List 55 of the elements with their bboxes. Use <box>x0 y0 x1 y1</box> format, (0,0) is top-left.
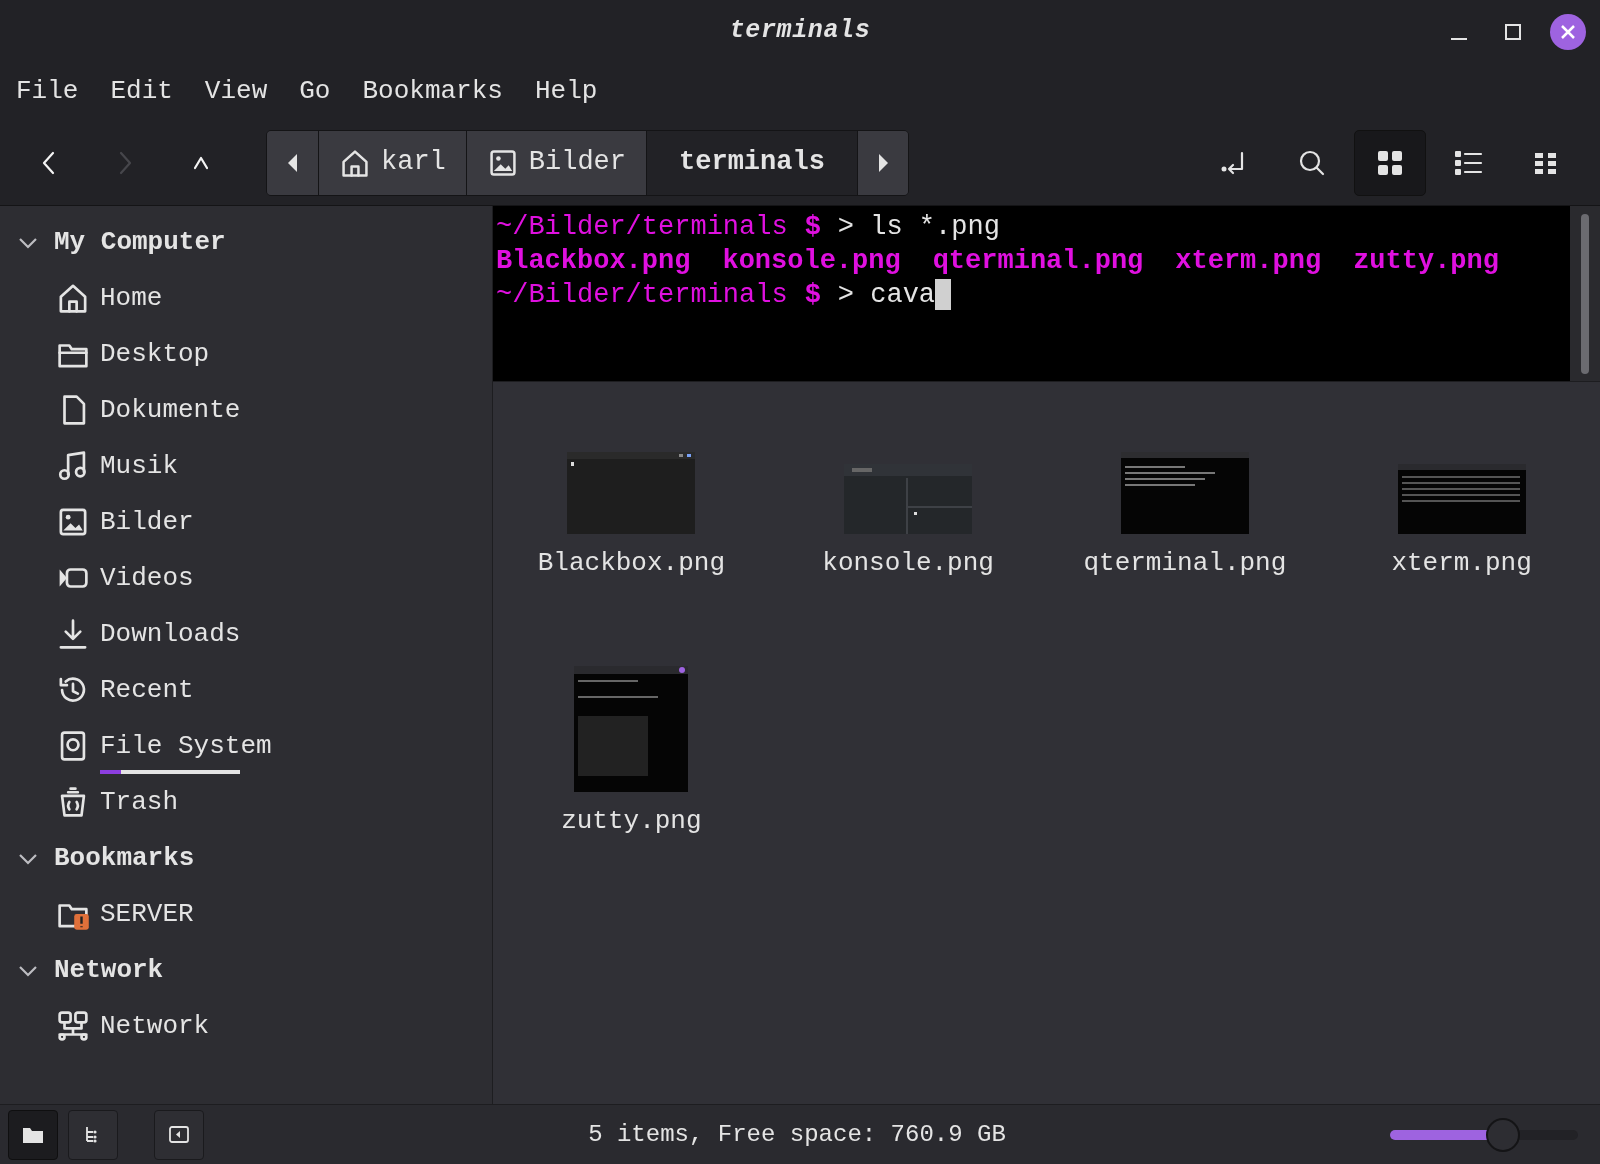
window-title: terminals <box>729 15 871 48</box>
sidebar-item[interactable]: Recent <box>0 662 492 718</box>
sidebar-item[interactable]: Downloads <box>0 606 492 662</box>
breadcrumb-button[interactable]: karl <box>319 130 467 195</box>
maximize-icon <box>1504 23 1522 41</box>
menu-item[interactable]: File <box>6 67 89 115</box>
sidebar-item[interactable]: Dokumente <box>0 382 492 438</box>
scroll-right-button[interactable] <box>857 130 908 195</box>
places-button[interactable] <box>8 1109 58 1160</box>
prompt-path: ~/Bilder/terminals <box>496 211 788 244</box>
prompt-path: ~/Bilder/terminals <box>496 279 788 312</box>
breadcrumb-button[interactable]: Bilder <box>466 130 648 195</box>
tree-button[interactable] <box>68 1109 118 1160</box>
sidebar-item[interactable]: Videos <box>0 550 492 606</box>
file-name[interactable]: konsole.png <box>822 544 994 583</box>
file-name: zutty.png <box>1353 245 1499 278</box>
sidebar-icon <box>168 1123 190 1146</box>
sidebar-item[interactable]: Musik <box>0 438 492 494</box>
file-name: Blackbox.png <box>496 245 691 278</box>
icon-view-button[interactable] <box>1354 129 1426 196</box>
menu-item[interactable]: Edit <box>100 67 183 115</box>
file-name[interactable]: zutty.png <box>561 802 702 841</box>
network-icon <box>56 1009 90 1043</box>
sidebar-item[interactable]: Bilder <box>0 494 492 550</box>
file-name: qterminal.png <box>932 245 1144 278</box>
scroll-left-button[interactable] <box>267 130 319 195</box>
sidebar-item[interactable]: Trash <box>0 774 492 830</box>
sidebar-item[interactable]: Network <box>0 998 492 1054</box>
file-name[interactable]: Blackbox.png <box>537 544 725 583</box>
file-name[interactable]: xterm.png <box>1391 544 1532 583</box>
file-name: konsole.png <box>722 245 901 278</box>
sidebar-item[interactable]: Desktop <box>0 326 492 382</box>
sidebar-item[interactable]: Home <box>0 270 492 326</box>
file-name: xterm.png <box>1175 245 1322 278</box>
sidebar-toggle-button[interactable] <box>154 1109 204 1160</box>
file-name[interactable]: qterminal.png <box>1083 544 1287 583</box>
close-button[interactable] <box>1550 14 1586 50</box>
prompt-symbol: $ <box>804 211 821 244</box>
prompt-symbol: $ <box>804 279 821 312</box>
sidebar-item[interactable]: File System <box>0 718 492 774</box>
close-icon <box>1559 23 1577 41</box>
sidebar-item[interactable]: SERVER <box>0 886 492 942</box>
section-header[interactable]: Network <box>0 942 492 998</box>
section-header[interactable]: Bookmarks <box>0 830 492 886</box>
command-text: > ls *.png <box>837 211 1000 244</box>
minimize-icon <box>1451 38 1467 40</box>
status-text: 5 items, Free space: 760.9 GB <box>588 1119 1006 1150</box>
scrollbar[interactable] <box>1570 206 1600 381</box>
section-header[interactable]: My Computer <box>0 214 492 270</box>
menu-item[interactable]: Bookmarks <box>352 67 513 115</box>
zoom-slider[interactable] <box>1390 1117 1578 1152</box>
command-text: > cava <box>837 279 936 312</box>
menu-item[interactable]: View <box>194 67 278 115</box>
menu-item[interactable]: Go <box>289 67 341 115</box>
menu-item[interactable]: Help <box>524 67 608 115</box>
